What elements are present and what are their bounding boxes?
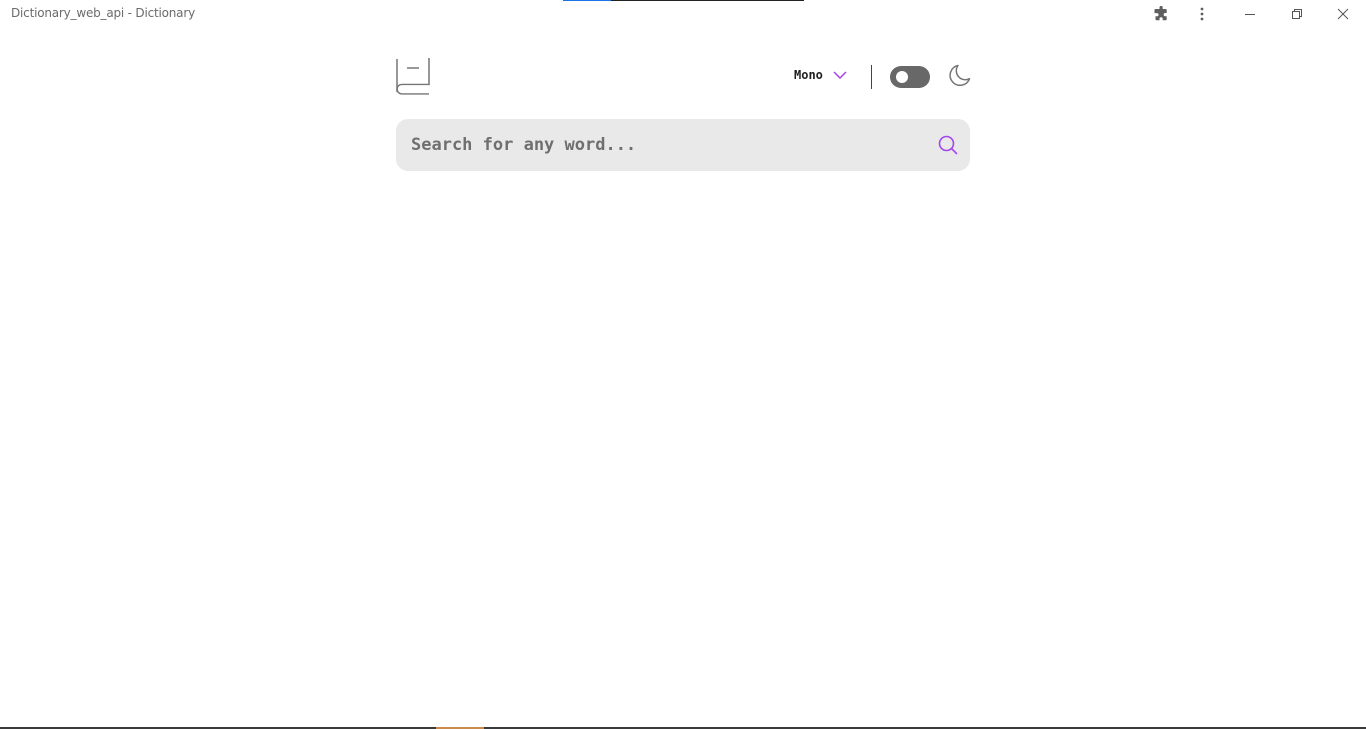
book-icon [396, 54, 432, 96]
chevron-down-icon [833, 71, 847, 79]
close-icon [1337, 8, 1349, 20]
search-bar [396, 119, 970, 171]
search-input[interactable] [396, 119, 916, 171]
window-title: Dictionary_web_api - Dictionary [11, 6, 195, 20]
page-load-progress-fill [563, 0, 612, 1]
close-button[interactable] [1331, 0, 1355, 28]
minimize-icon [1245, 14, 1255, 15]
theme-toggle-knob [896, 71, 908, 83]
browser-menu-button[interactable] [1192, 0, 1212, 28]
title-bar: Dictionary_web_api - Dictionary [0, 0, 1366, 28]
restore-button[interactable] [1285, 0, 1309, 28]
kebab-menu-icon [1200, 7, 1204, 21]
page-load-progress [563, 0, 804, 1]
app-header: Mono [396, 54, 971, 98]
moon-icon [947, 64, 971, 88]
header-divider [871, 65, 872, 89]
font-family-selected: Mono [794, 68, 823, 82]
search-icon[interactable] [938, 135, 958, 155]
puzzle-icon [1154, 6, 1167, 21]
minimize-button[interactable] [1238, 0, 1262, 28]
theme-toggle[interactable] [890, 66, 930, 88]
restore-icon [1292, 9, 1302, 19]
extensions-button[interactable] [1150, 0, 1172, 28]
font-family-select[interactable]: Mono [794, 64, 847, 86]
app-window: Dictionary_web_api - Dictionary Mono Sea… [0, 0, 1366, 729]
